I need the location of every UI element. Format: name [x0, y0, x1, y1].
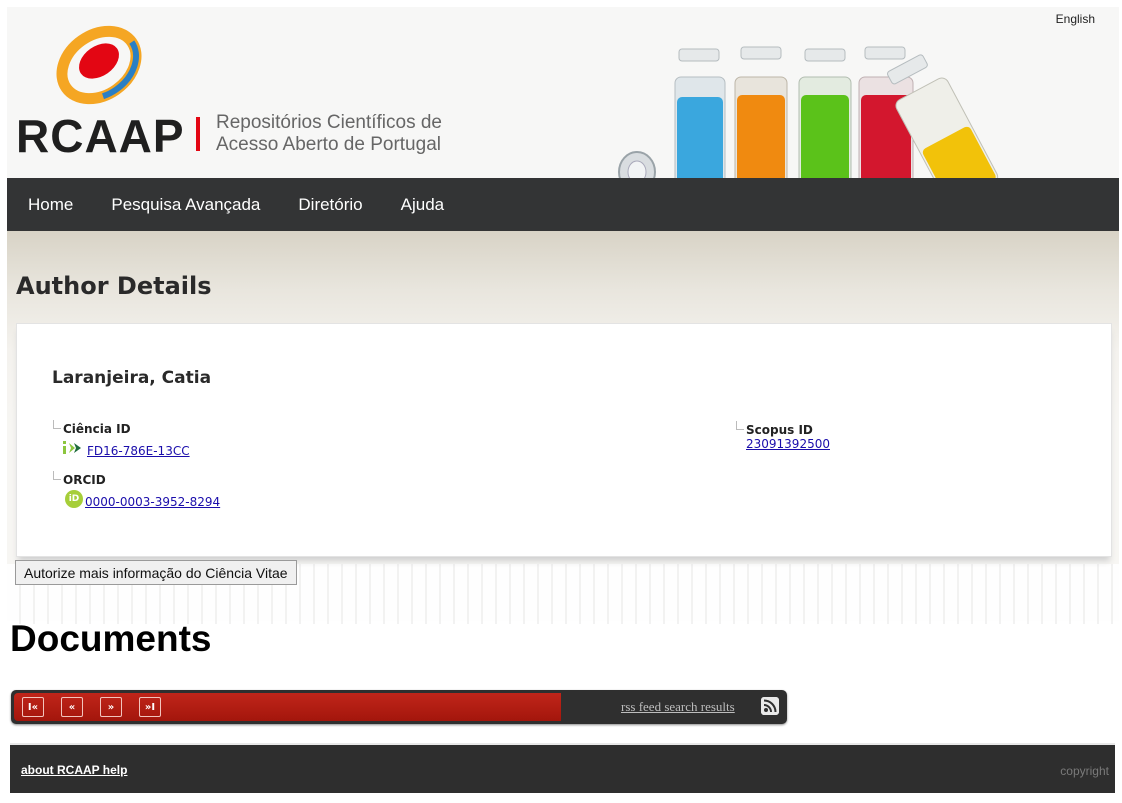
page-title: Author Details: [16, 272, 212, 300]
scopus-id-block: Scopus ID 23091392500: [736, 421, 830, 451]
last-page-button[interactable]: »I: [139, 697, 161, 717]
ciencia-id-icon: [63, 441, 81, 454]
previous-page-button[interactable]: «: [61, 697, 83, 717]
orcid-link[interactable]: 0000-0003-3952-8294: [85, 495, 220, 509]
ciencia-id-label: Ciência ID: [63, 422, 131, 436]
nav-item-home[interactable]: Home: [28, 195, 73, 215]
rcaap-logo-icon[interactable]: [47, 23, 147, 113]
nav-item-advanced-search[interactable]: Pesquisa Avançada: [111, 195, 260, 215]
results-pager: I« « » »I rss feed search results: [11, 690, 787, 724]
orcid-label: ORCID: [63, 473, 106, 487]
main-nav: Home Pesquisa Avançada Diretório Ajuda: [7, 178, 1119, 231]
scopus-id-label: Scopus ID: [746, 423, 813, 437]
next-page-button[interactable]: »: [100, 697, 122, 717]
site-footer: about RCAAP help copyright: [10, 743, 1115, 793]
page: English RCAAP Repositórios Científicos d…: [7, 7, 1119, 797]
rss-icon[interactable]: [761, 697, 779, 715]
scopus-id-link[interactable]: 23091392500: [746, 437, 830, 451]
orcid-icon: iD: [65, 490, 83, 508]
copyright-text: copyright: [1060, 764, 1109, 778]
rss-feed-link[interactable]: rss feed search results: [621, 699, 735, 715]
tagline-line-1: Repositórios Científicos de: [216, 112, 442, 133]
language-link[interactable]: English: [1056, 12, 1095, 26]
site-header: English RCAAP Repositórios Científicos d…: [7, 7, 1119, 206]
ciencia-id-block: Ciência ID FD16-786E-13CC: [53, 420, 190, 458]
nav-item-directory[interactable]: Diretório: [298, 195, 362, 215]
about-help-link[interactable]: about RCAAP help: [21, 763, 127, 777]
logo-separator: [196, 117, 200, 151]
first-page-button[interactable]: I«: [22, 697, 44, 717]
logo-tagline: Repositórios Científicos de Acesso Abert…: [216, 112, 442, 156]
tagline-line-2: Acesso Aberto de Portugal: [216, 134, 441, 155]
authorize-ciencia-vitae-button[interactable]: Autorize mais informação do Ciência Vita…: [15, 560, 297, 585]
logo-wordmark: RCAAP: [16, 110, 185, 162]
nav-item-help[interactable]: Ajuda: [401, 195, 444, 215]
ciencia-id-link[interactable]: FD16-786E-13CC: [87, 444, 190, 458]
orcid-block: ORCID iD 0000-0003-3952-8294: [53, 471, 220, 509]
author-card: Laranjeira, Catia Ciência ID FD16-786E-1…: [16, 323, 1112, 557]
author-name: Laranjeira, Catia: [52, 368, 212, 388]
documents-heading: Documents: [10, 618, 212, 659]
